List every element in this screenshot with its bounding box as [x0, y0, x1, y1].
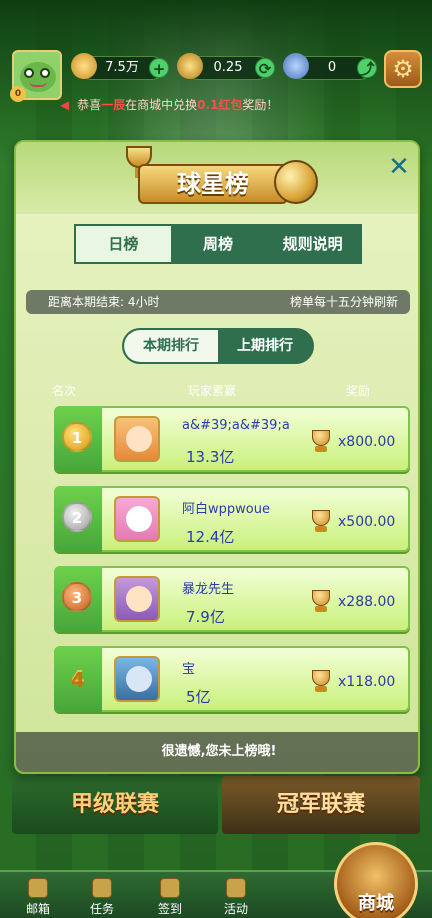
nav-mail-label: 邮箱: [25, 902, 50, 916]
gold-amount: 7.5万: [105, 60, 139, 75]
nav-activity[interactable]: 活动: [208, 872, 264, 918]
notice-prefix: 恭喜: [77, 98, 102, 112]
gold-medal-icon: 1: [62, 422, 92, 452]
trophy-icon: [310, 510, 332, 536]
tasks-icon: [92, 878, 112, 898]
checkin-icon: [160, 878, 180, 898]
period-info-bar: 距离本期结束: 4小时 榜单每十五分钟刷新: [26, 290, 410, 314]
player-name: a&#39;a&#39;a: [182, 418, 290, 433]
tab-rules[interactable]: 规则说明: [265, 226, 360, 262]
speaker-icon: ◀: [60, 98, 70, 112]
player-score: 5亿: [186, 688, 211, 706]
shop-button[interactable]: 商城: [334, 842, 418, 918]
player-avatar: [114, 496, 160, 542]
rank-number: 4: [64, 660, 92, 696]
gold-coin-icon: [71, 53, 97, 79]
column-headers: 名次 玩家累赢 奖励: [16, 382, 418, 400]
nav-checkin-label: 签到: [157, 902, 182, 916]
medal-resource: 0 ⤴: [283, 53, 377, 80]
close-icon[interactable]: ✕: [386, 154, 412, 180]
golden-ball-icon: [274, 160, 318, 204]
frog-mouth: [29, 81, 47, 87]
player-name: 阿白wppwoue: [182, 502, 270, 517]
medal-icon: [283, 53, 309, 79]
trophy-icon: [310, 670, 332, 696]
rank-cell: 4: [54, 646, 102, 712]
notice-item: 0.1红包: [197, 98, 243, 112]
tab-daily[interactable]: 日榜: [76, 226, 171, 262]
mail-icon: [28, 878, 48, 898]
player-avatar: [114, 416, 160, 462]
medal-exchange-button[interactable]: ⤴: [357, 58, 377, 78]
frog-eye-left: [24, 68, 34, 78]
nav-mail[interactable]: 邮箱: [10, 872, 66, 918]
nav-activity-label: 活动: [223, 902, 248, 916]
champion-league-banner[interactable]: 冠军联赛: [222, 776, 420, 834]
vip-badge: 0: [10, 86, 26, 102]
trophy-icon: [310, 590, 332, 616]
league-a-banner[interactable]: 甲级联赛: [12, 776, 218, 834]
modal-title: 球星榜: [138, 164, 288, 204]
player-name: 宝: [182, 662, 196, 677]
table-row[interactable]: 2 阿白wppwoue 12.4亿 x500.00: [54, 486, 410, 552]
notice-name: 一辰: [101, 98, 126, 112]
coupon-amount: 0.25: [213, 60, 243, 75]
coupon-exchange-button[interactable]: ⟳: [255, 58, 275, 78]
top-bar: 0 7.5万 + 0.25 ⟳ 0 ⤴ ⚙ ◀ 恭喜一辰在商城中兑换0.1红包奖…: [0, 0, 432, 140]
notice-mid: 在商城中兑换: [125, 98, 198, 112]
frog-face: [20, 62, 56, 92]
bronze-medal-icon: 3: [62, 582, 92, 612]
ranking-subtabs: 本期排行 上期排行: [122, 328, 314, 364]
silver-medal-icon: 2: [62, 502, 92, 532]
player-avatar: [114, 656, 160, 702]
refresh-note: 榜单每十五分钟刷新: [289, 295, 398, 309]
medal-amount: 0: [327, 60, 337, 75]
tab-weekly[interactable]: 周榜: [171, 226, 266, 262]
player-avatar: [114, 576, 160, 622]
subtab-previous[interactable]: 上期排行: [218, 330, 312, 362]
reward-amount: x288.00: [338, 594, 396, 610]
nav-tasks[interactable]: 任务: [74, 872, 130, 918]
table-row[interactable]: 3 暴龙先生 7.9亿 x288.00: [54, 566, 410, 632]
reward-amount: x500.00: [338, 514, 396, 530]
activity-icon: [226, 878, 246, 898]
rank-cell: 2: [54, 486, 102, 552]
col-player-wins: 玩家累赢: [188, 384, 237, 398]
reward-amount: x118.00: [338, 674, 396, 690]
col-reward: 奖励: [346, 384, 371, 398]
trophy-icon: [177, 53, 203, 79]
subtab-current[interactable]: 本期排行: [124, 330, 218, 362]
gold-add-button[interactable]: +: [149, 58, 169, 78]
player-name: 暴龙先生: [182, 582, 235, 597]
trophy-icon: [310, 430, 332, 456]
player-score: 7.9亿: [186, 608, 225, 626]
coupon-resource: 0.25 ⟳: [177, 53, 275, 80]
settings-gear-icon[interactable]: ⚙: [384, 50, 422, 88]
nav-tasks-label: 任务: [89, 902, 114, 916]
rank-cell: 3: [54, 566, 102, 632]
leaderboard-modal: 球星榜 ✕ 日榜 周榜 规则说明 距离本期结束: 4小时 榜单每十五分钟刷新 本…: [14, 140, 420, 774]
not-ranked-message: 很遗憾,您未上榜哦!: [16, 732, 418, 772]
table-row[interactable]: 4 宝 5亿 x118.00: [54, 646, 410, 712]
col-rank: 名次: [52, 384, 77, 398]
league-banners: 甲级联赛 冠军联赛: [12, 776, 420, 834]
player-score: 13.3亿: [186, 448, 235, 466]
rank-cell: 1: [54, 406, 102, 472]
gold-resource: 7.5万 +: [71, 53, 169, 80]
notice-suffix: 奖励！: [242, 98, 279, 112]
player-score: 12.4亿: [186, 528, 235, 546]
nav-checkin[interactable]: 签到: [142, 872, 198, 918]
period-countdown: 距离本期结束: 4小时: [48, 295, 160, 309]
reward-amount: x800.00: [338, 434, 396, 450]
period-tabs: 日榜 周榜 规则说明: [74, 224, 362, 264]
frog-eye-right: [40, 68, 50, 78]
broadcast-notice: ◀ 恭喜一辰在商城中兑换0.1红包奖励！: [60, 96, 390, 116]
table-row[interactable]: 1 a&#39;a&#39;a 13.3亿 x800.00: [54, 406, 410, 472]
